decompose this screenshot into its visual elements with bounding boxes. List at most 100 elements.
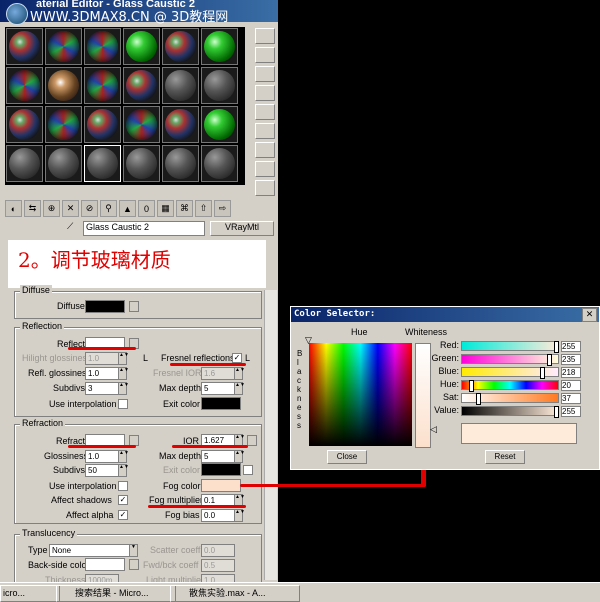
subdivs-input[interactable]: 50	[85, 464, 119, 477]
scatter-coeff-input[interactable]: 0.0	[201, 544, 235, 557]
diffuse-map-button[interactable]	[129, 301, 139, 312]
sample-slot[interactable]	[123, 106, 160, 143]
show-end-result-icon[interactable]: ⌘	[176, 200, 193, 217]
copy-icon[interactable]: ⊘	[81, 200, 98, 217]
spinner-arrows[interactable]: ▲▼	[234, 509, 245, 522]
spinner-arrows[interactable]: ▲▼	[118, 450, 129, 463]
type-dropdown[interactable]: None	[49, 544, 133, 557]
whiteness-pointer-icon[interactable]: ◁	[430, 424, 437, 435]
material-type-button[interactable]: VRayMtl	[210, 221, 274, 236]
go-sibling-icon[interactable]: ⇨	[214, 200, 231, 217]
affect-shadows-checkbox[interactable]: ✓	[118, 495, 128, 505]
channel-slider[interactable]	[461, 406, 559, 418]
spinner-arrows[interactable]: ▲▼	[234, 382, 245, 395]
slider-thumb[interactable]	[546, 354, 552, 366]
spinner-arrows[interactable]: ▲▼	[118, 367, 129, 380]
spinner-arrows[interactable]: ▲▼	[118, 352, 129, 365]
rollout-scrollbar[interactable]	[264, 290, 277, 580]
hue-blackness-field[interactable]	[309, 343, 412, 446]
slider-thumb[interactable]	[475, 393, 481, 405]
sample-slot-selected[interactable]	[84, 145, 121, 182]
sample-slot[interactable]	[123, 28, 160, 65]
reset-button[interactable]: Reset	[485, 450, 525, 464]
hilight-glossiness-input[interactable]: 1.0	[85, 352, 119, 365]
channel-slider[interactable]	[461, 354, 559, 366]
sample-slot[interactable]	[84, 106, 121, 143]
taskbar-item[interactable]: 搜索结果 - Micro...	[56, 585, 176, 602]
chevron-down-icon[interactable]: ▼	[129, 544, 138, 557]
sample-slot[interactable]	[123, 67, 160, 104]
picker-icon[interactable]: ⟋	[67, 221, 73, 232]
go-parent-icon[interactable]: ⇧	[195, 200, 212, 217]
channel-slider[interactable]	[461, 393, 559, 405]
fresnel-lock[interactable]: L	[245, 353, 250, 363]
exit-color-swatch[interactable]	[201, 397, 241, 410]
sample-uv-icon[interactable]	[255, 85, 275, 101]
slider-thumb[interactable]	[554, 406, 559, 418]
library-icon[interactable]: ▲	[119, 200, 136, 217]
fresnel-ior-input[interactable]: 1.6	[201, 367, 235, 380]
channel-value-input[interactable]: 20	[561, 380, 581, 391]
unique-icon[interactable]: ⚲	[100, 200, 117, 217]
taskbar-item[interactable]: 散焦实验.max - A...	[170, 585, 300, 602]
channel-value-input[interactable]: 37	[561, 393, 581, 404]
sample-slot[interactable]	[45, 67, 82, 104]
sample-slot[interactable]	[6, 67, 43, 104]
close-icon[interactable]: ✕	[582, 308, 597, 322]
fog-bias-input[interactable]: 0.0	[201, 509, 235, 522]
slider-thumb[interactable]	[554, 341, 559, 353]
sample-slot[interactable]	[45, 28, 82, 65]
put-to-scene-icon[interactable]: ⇆	[24, 200, 41, 217]
sample-slot[interactable]	[6, 28, 43, 65]
glossiness-input[interactable]: 1.0	[85, 450, 119, 463]
lock-label[interactable]: L	[143, 353, 148, 363]
sample-slot[interactable]	[201, 28, 238, 65]
sample-slot[interactable]	[201, 145, 238, 182]
channel-slider[interactable]	[461, 380, 559, 392]
use-interpolation-checkbox[interactable]	[118, 481, 128, 491]
subdivs-input[interactable]: 3	[85, 382, 119, 395]
material-navigator-icon[interactable]	[255, 180, 275, 196]
backside-map-button[interactable]	[129, 559, 139, 570]
fog-color-swatch[interactable]	[201, 479, 241, 492]
fresnel-checkbox[interactable]: ✓	[232, 353, 242, 363]
video-color-icon[interactable]	[255, 104, 275, 120]
assign-icon[interactable]: ⊕	[43, 200, 60, 217]
backside-color-swatch[interactable]	[85, 558, 125, 571]
sample-slot[interactable]	[123, 145, 160, 182]
sample-slot[interactable]	[162, 28, 199, 65]
channel-value-input[interactable]: 255	[561, 406, 581, 417]
channel-value-input[interactable]: 235	[561, 354, 581, 365]
fwd-bck-coeff-input[interactable]: 0.5	[201, 559, 235, 572]
reset-icon[interactable]: ✕	[62, 200, 79, 217]
show-map-icon[interactable]: ▦	[157, 200, 174, 217]
close-button[interactable]: Close	[327, 450, 367, 464]
sample-slot[interactable]	[45, 145, 82, 182]
ior-map-button[interactable]	[247, 435, 257, 446]
exit-color-swatch[interactable]	[201, 463, 241, 476]
refl-glossiness-input[interactable]: 1.0	[85, 367, 119, 380]
make-preview-icon[interactable]	[255, 123, 275, 139]
spinner-arrows[interactable]: ▲▼	[118, 464, 129, 477]
taskbar-item[interactable]: icro...	[0, 585, 60, 602]
material-name-field[interactable]: Glass Caustic 2	[83, 221, 205, 236]
backlight-icon[interactable]	[255, 47, 275, 63]
use-interpolation-checkbox[interactable]	[118, 399, 128, 409]
affect-alpha-checkbox[interactable]: ✓	[118, 510, 128, 520]
options-icon[interactable]	[255, 142, 275, 158]
select-by-material-icon[interactable]	[255, 161, 275, 177]
sample-slot[interactable]	[201, 106, 238, 143]
effects-channel-icon[interactable]: 0	[138, 200, 155, 217]
max-depth-input[interactable]: 5	[201, 450, 235, 463]
hue-pointer-icon[interactable]: ▽	[305, 335, 312, 346]
spinner-arrows[interactable]: ▲▼	[118, 382, 129, 395]
diffuse-color-swatch[interactable]	[85, 300, 125, 313]
get-material-icon[interactable]: ◐	[5, 200, 22, 217]
background-icon[interactable]	[255, 66, 275, 82]
channel-slider[interactable]	[461, 367, 559, 379]
spinner-arrows[interactable]: ▲▼	[234, 367, 245, 380]
spinner-arrows[interactable]: ▲▼	[234, 450, 245, 463]
sample-slot[interactable]	[6, 145, 43, 182]
exit-color-checkbox[interactable]	[243, 465, 253, 475]
slider-thumb[interactable]	[540, 367, 546, 379]
